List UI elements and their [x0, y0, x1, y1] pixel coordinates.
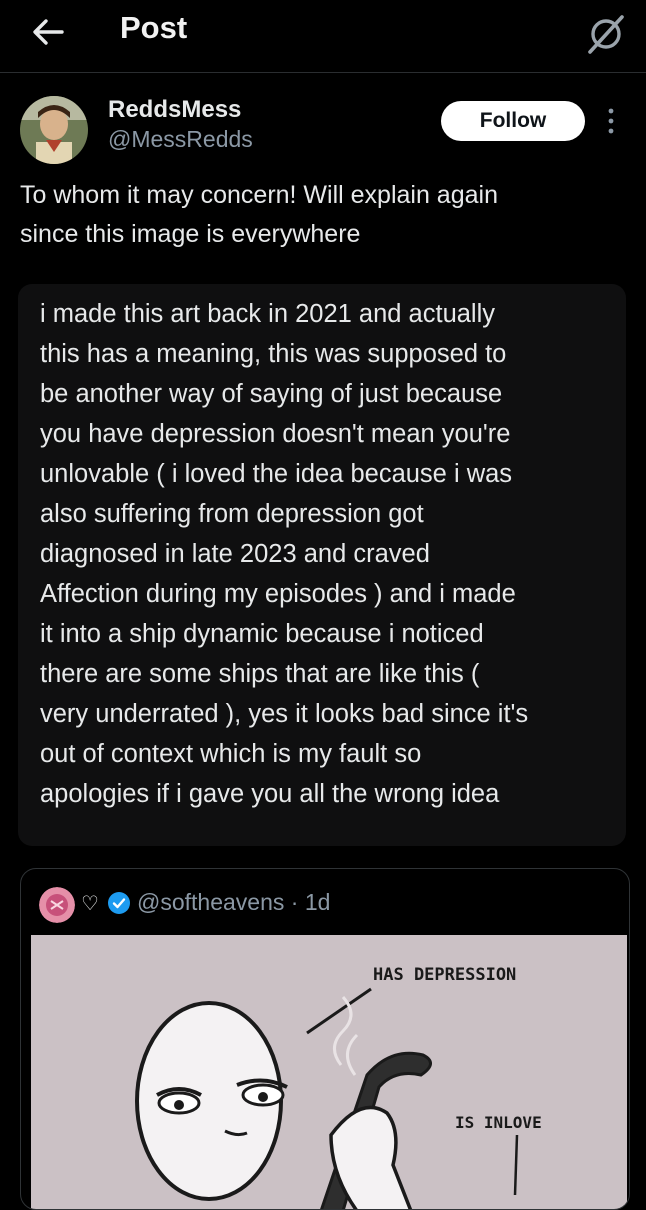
attached-text-line: it into a ship dynamic because i noticed — [40, 620, 484, 648]
quoted-comic-image[interactable]: HAS DEPRESSION IS INLOVE — [31, 935, 627, 1209]
attached-text-line: Affection during my episodes ) and i mad… — [40, 580, 516, 608]
verified-badge-icon — [108, 892, 130, 914]
quoted-avatar[interactable] — [39, 887, 75, 923]
attached-text-line: there are some ships that are like this … — [40, 660, 480, 688]
author-avatar[interactable] — [20, 96, 88, 164]
comic-drawing — [135, 987, 519, 1209]
post-text: To whom it may concern! Will explain aga… — [20, 176, 620, 254]
post-text-line: To whom it may concern! Will explain aga… — [20, 181, 498, 209]
attached-text-line: also suffering from depression got — [40, 500, 424, 528]
attached-text-line: very underrated ), yes it looks bad sinc… — [40, 700, 529, 728]
attached-text-line: unlovable ( i loved the idea because i w… — [40, 460, 513, 488]
page-title: Post — [120, 10, 188, 45]
attached-text-line: i made this art back in 2021 and actuall… — [40, 300, 496, 328]
attached-text-image[interactable]: i made this art back in 2021 and actuall… — [18, 284, 626, 846]
arrow-left-icon[interactable] — [28, 12, 68, 52]
grok-icon[interactable] — [584, 12, 628, 56]
author-handle[interactable]: @MessRedds — [108, 126, 253, 153]
top-bar: Post — [0, 0, 646, 73]
follow-button[interactable]: Follow — [441, 101, 585, 141]
attached-text-line: out of context which is my fault so — [40, 740, 422, 768]
quoted-time: · 1d — [290, 889, 331, 915]
author-name[interactable]: ReddsMess — [108, 96, 241, 124]
more-options-icon[interactable] — [604, 106, 618, 136]
attached-text: i made this art back in 2021 and actuall… — [40, 294, 610, 814]
post-text-line: since this image is everywhere — [20, 220, 361, 248]
attached-text-line: this has a meaning, this was supposed to — [40, 340, 507, 368]
attached-text-line: apologies if i gave you all the wrong id… — [40, 780, 500, 808]
heart-icon: ♡ — [81, 893, 99, 915]
quoted-handle: @softheavens — [137, 889, 285, 915]
quoted-post[interactable]: ♡ @softheavens · 1d HAS DEPRESSION IS IN… — [20, 868, 630, 1210]
attached-text-line: be another way of saying of just because — [40, 380, 503, 408]
attached-text-line: diagnosed in late 2023 and craved — [40, 540, 430, 568]
attached-text-line: you have depression doesn't mean you're — [40, 420, 511, 448]
quoted-handle-line[interactable]: @softheavens · 1d — [137, 889, 330, 916]
